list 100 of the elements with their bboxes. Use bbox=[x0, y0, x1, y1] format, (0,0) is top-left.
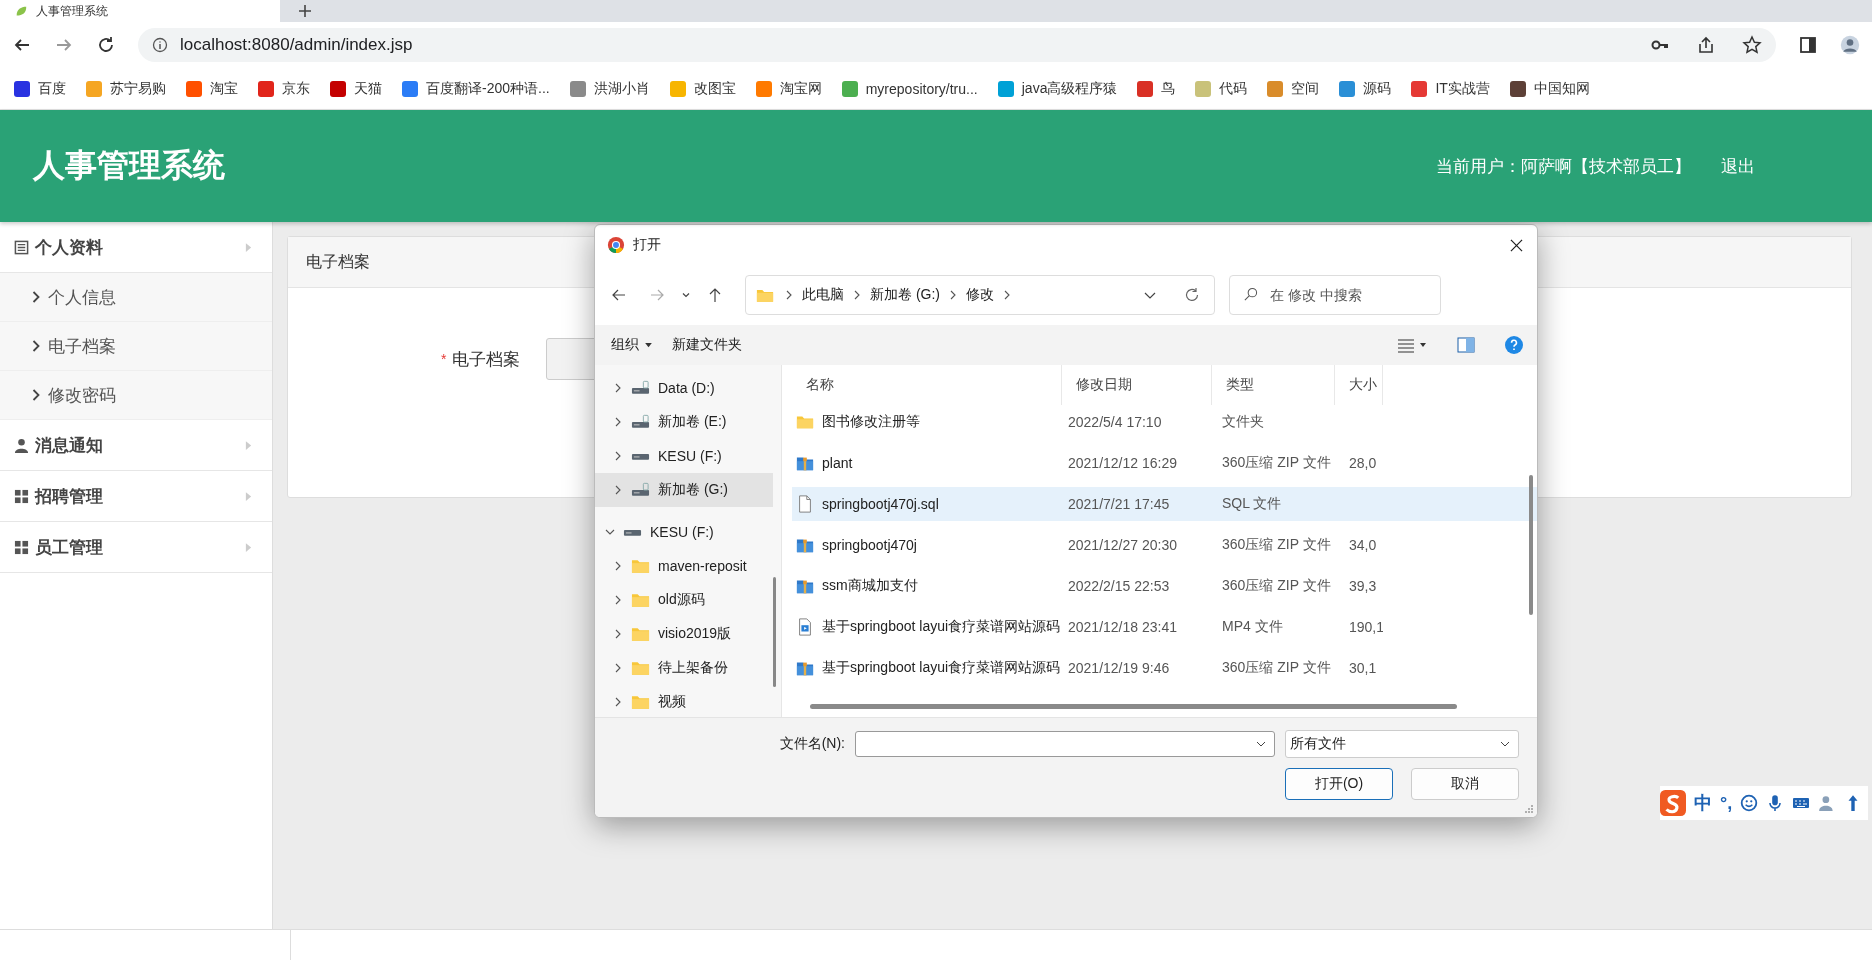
chevron-right-icon bbox=[786, 290, 792, 300]
bookmark[interactable]: IT实战营 bbox=[1411, 79, 1490, 98]
file-row[interactable]: 基于springboot layui食疗菜谱网站源码 2021/12/18 23:41 MP4 文件 190,1 bbox=[792, 610, 1537, 644]
refresh-icon[interactable] bbox=[1184, 287, 1200, 303]
chevron-right-icon bbox=[613, 417, 623, 427]
chevron-right-icon bbox=[1004, 290, 1010, 300]
sidebar-group[interactable]: 员工管理 bbox=[0, 522, 272, 573]
tree-item[interactable]: Data (D:) bbox=[595, 371, 773, 405]
grid-icon bbox=[14, 539, 29, 555]
ime-logo-icon[interactable] bbox=[1660, 790, 1686, 816]
avatar-icon[interactable] bbox=[1840, 35, 1860, 55]
tree-item[interactable]: old源码 bbox=[595, 583, 773, 617]
resize-grip-icon[interactable] bbox=[1524, 804, 1534, 814]
plus-icon[interactable] bbox=[298, 4, 312, 18]
bookmark[interactable]: 天猫 bbox=[330, 79, 382, 98]
drive-icon bbox=[631, 380, 650, 396]
chevron-right-icon bbox=[854, 290, 860, 300]
punctuation-mode[interactable]: °, bbox=[1720, 792, 1733, 814]
file-type-dropdown[interactable]: 所有文件 bbox=[1285, 730, 1519, 758]
file-row[interactable]: ssm商城加支付 2022/2/15 22:53 360压缩 ZIP 文件 39,3 bbox=[792, 569, 1537, 603]
tree-item[interactable]: 新加卷 (E:) bbox=[595, 405, 773, 439]
file-row[interactable]: plant 2021/12/12 16:29 360压缩 ZIP 文件 28,0 bbox=[792, 446, 1537, 480]
sidebar-item[interactable]: 个人信息 bbox=[0, 273, 272, 322]
column-header[interactable]: 类型 bbox=[1212, 365, 1335, 405]
help-icon[interactable] bbox=[1505, 336, 1523, 354]
open-button[interactable]: 打开(O) bbox=[1285, 768, 1393, 800]
back-icon[interactable] bbox=[611, 287, 627, 303]
bookmark[interactable]: 淘宝 bbox=[186, 79, 238, 98]
file-type: 360压缩 ZIP 文件 bbox=[1221, 536, 1332, 554]
bookmark[interactable]: 代码 bbox=[1195, 79, 1248, 98]
file-name: 基于springboot layui食疗菜谱网站源码 bbox=[822, 618, 1061, 636]
file-size: 30,1 bbox=[1349, 660, 1377, 676]
bookmark[interactable]: 鸟 bbox=[1137, 79, 1176, 98]
column-header[interactable]: 名称 bbox=[792, 365, 1062, 405]
sidebar-group[interactable]: 消息通知 bbox=[0, 420, 272, 471]
smiley-icon[interactable] bbox=[1740, 794, 1759, 812]
file-date: 2021/12/27 20:30 bbox=[1067, 537, 1178, 553]
organize-button[interactable]: 组织 bbox=[611, 336, 652, 354]
browser-tab[interactable]: 人事管理系统 bbox=[0, 0, 280, 22]
bookmark[interactable]: myrepository/tru... bbox=[841, 80, 978, 97]
new-folder-button[interactable]: 新建文件夹 bbox=[672, 336, 742, 354]
file-date: 2022/2/15 22:53 bbox=[1067, 578, 1171, 594]
search-field[interactable]: 在 修改 中搜索 bbox=[1229, 275, 1441, 315]
input-mode[interactable]: 中 bbox=[1694, 791, 1712, 815]
bookmark[interactable]: 京东 bbox=[258, 79, 310, 98]
cancel-button[interactable]: 取消 bbox=[1411, 768, 1519, 800]
bookmark[interactable]: 空间 bbox=[1267, 79, 1320, 98]
file-row[interactable]: springbootj470j 2021/12/27 20:30 360压缩 ZIP 文件 34,0 bbox=[792, 528, 1537, 562]
filename-field[interactable] bbox=[855, 731, 1275, 757]
bookmark[interactable]: java高级程序猿 bbox=[997, 79, 1118, 98]
address-bar[interactable]: localhost:8080/admin/index.jsp bbox=[138, 28, 1776, 62]
bookmark[interactable]: 百度翻译-200种语... bbox=[402, 79, 550, 98]
tree-item[interactable]: KESU (F:) bbox=[595, 515, 773, 549]
file-name: springbootj470j bbox=[822, 537, 917, 553]
up-icon[interactable] bbox=[707, 287, 723, 303]
tree-item[interactable]: visio2019版 bbox=[595, 617, 773, 651]
share-icon[interactable] bbox=[1696, 35, 1716, 55]
bookmark[interactable]: 改图宝 bbox=[669, 79, 736, 98]
file-date: 2021/7/21 17:45 bbox=[1067, 496, 1171, 512]
star-icon[interactable] bbox=[1742, 35, 1762, 55]
chevron-down-icon[interactable] bbox=[681, 290, 691, 300]
bookmark[interactable]: 淘宝网 bbox=[755, 79, 822, 98]
tree-item[interactable]: 新加卷 (G:) bbox=[595, 473, 773, 507]
sidebar-item[interactable]: 修改密码 bbox=[0, 371, 272, 420]
file-name: 图书修改注册等 bbox=[822, 413, 920, 431]
reload-icon[interactable] bbox=[96, 35, 116, 55]
scrollbar[interactable] bbox=[1529, 475, 1533, 615]
bookmark[interactable]: 百度 bbox=[14, 79, 66, 98]
panel-title: 电子档案 bbox=[306, 251, 370, 272]
folder-icon bbox=[756, 287, 774, 303]
sidebar-item[interactable]: 电子档案 bbox=[0, 322, 272, 371]
file-row[interactable]: 基于springboot layui食疗菜谱网站源码 2021/12/19 9:46 360压缩 ZIP 文件 30,1 bbox=[792, 651, 1537, 685]
tree-item[interactable]: maven-reposit bbox=[595, 549, 773, 583]
scrollbar[interactable] bbox=[810, 704, 1457, 709]
folder-icon bbox=[631, 558, 650, 574]
view-menu-icon[interactable] bbox=[1395, 337, 1427, 353]
close-icon[interactable] bbox=[1510, 238, 1523, 252]
bookmark[interactable]: 源码 bbox=[1339, 79, 1392, 98]
tree-item[interactable]: 待上架备份 bbox=[595, 651, 773, 685]
file-date: 2022/5/4 17:10 bbox=[1067, 414, 1163, 430]
tree-item[interactable]: KESU (F:) bbox=[595, 439, 773, 473]
bookmark[interactable]: 中国知网 bbox=[1509, 79, 1590, 98]
bookmark[interactable]: 苏宁易购 bbox=[86, 79, 166, 98]
file-row[interactable]: springbootj470j.sql 2021/7/21 17:45 SQL 文件 bbox=[792, 487, 1537, 521]
address-field[interactable]: 此电脑 新加卷 (G:) 修改 bbox=[745, 275, 1215, 315]
folder-icon bbox=[631, 626, 650, 642]
sidebar-group[interactable]: 招聘管理 bbox=[0, 471, 272, 522]
file-name: springbootj470j.sql bbox=[822, 496, 939, 512]
file-row[interactable]: 图书修改注册等 2022/5/4 17:10 文件夹 bbox=[792, 405, 1537, 439]
column-header[interactable]: 大小 bbox=[1335, 365, 1383, 405]
chevron-right-icon bbox=[613, 485, 623, 495]
file-name: ssm商城加支付 bbox=[822, 577, 918, 595]
bookmark[interactable]: 洪湖小肖 bbox=[569, 79, 650, 98]
side-panel-icon[interactable] bbox=[1798, 35, 1818, 55]
column-header[interactable]: 修改日期 bbox=[1062, 365, 1212, 405]
folder-icon bbox=[631, 592, 650, 608]
tree-item[interactable]: 视频 bbox=[595, 685, 773, 719]
file-date: 2021/12/19 9:46 bbox=[1067, 660, 1171, 676]
file-date: 2021/12/18 23:41 bbox=[1067, 619, 1178, 635]
chevron-down-icon bbox=[1256, 739, 1266, 749]
